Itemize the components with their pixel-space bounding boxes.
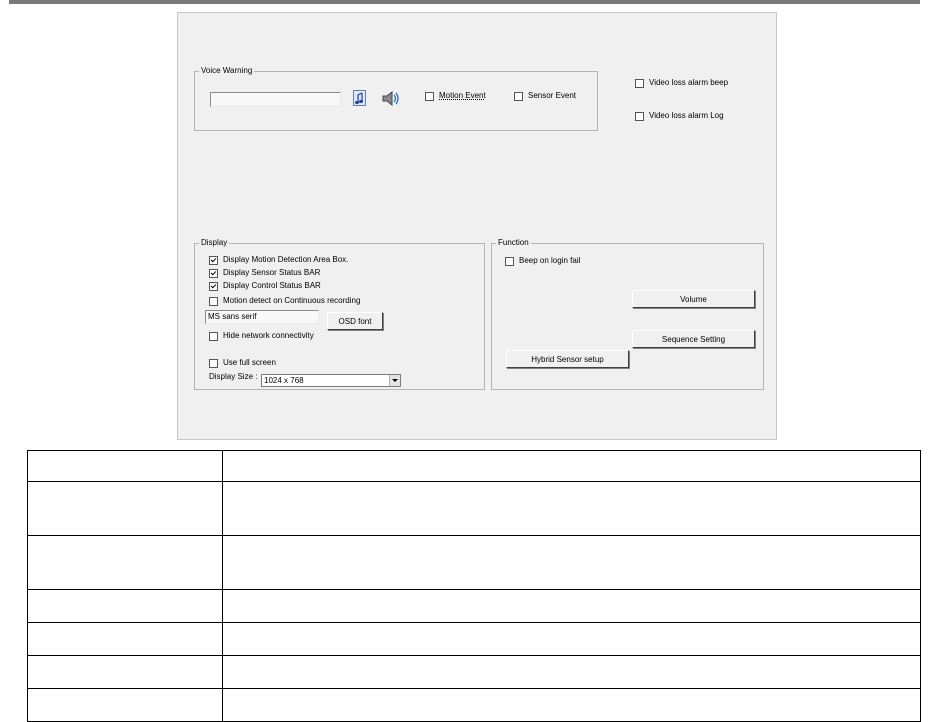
function-legend: Function — [496, 238, 531, 248]
table-row — [27, 481, 921, 536]
table-cell — [222, 535, 921, 590]
video-loss-log-checkbox[interactable]: Video loss alarm Log — [635, 111, 724, 121]
hybrid-sensor-button[interactable]: Hybrid Sensor setup — [506, 350, 629, 368]
beep-login-fail-checkbox[interactable]: Beep on login fail — [505, 256, 580, 266]
table-cell — [222, 481, 921, 536]
settings-dialog: Voice Warning Motion Event Sensor Event … — [177, 12, 777, 440]
video-loss-log-label: Video loss alarm Log — [649, 111, 724, 120]
video-loss-log-box[interactable] — [635, 111, 644, 121]
music-file-icon[interactable] — [353, 90, 367, 106]
table-cell — [27, 481, 223, 536]
display-motion-area-box[interactable] — [209, 255, 218, 265]
table-row — [27, 688, 921, 722]
table-row — [27, 450, 921, 482]
beep-login-fail-label: Beep on login fail — [519, 256, 581, 265]
display-control-bar-box[interactable] — [209, 281, 218, 291]
table-cell — [27, 688, 223, 722]
hide-network-checkbox[interactable]: Hide network connectivity — [209, 331, 314, 341]
motion-continuous-label: Motion detect on Continuous recording — [223, 296, 361, 305]
motion-continuous-box[interactable] — [209, 296, 218, 306]
use-full-screen-label: Use full screen — [223, 358, 276, 367]
table-cell — [27, 535, 223, 590]
table-row — [27, 622, 921, 656]
sensor-event-checkbox[interactable]: Sensor Event — [514, 91, 576, 101]
motion-continuous-checkbox[interactable]: Motion detect on Continuous recording — [209, 296, 360, 306]
display-size-value: 1024 x 768 — [264, 376, 304, 385]
display-sensor-bar-checkbox[interactable]: Display Sensor Status BAR — [209, 268, 320, 278]
motion-event-label: Motion Event — [439, 91, 486, 100]
display-size-select[interactable]: 1024 x 768 — [261, 374, 401, 387]
display-group: Display Display Motion Detection Area Bo… — [194, 238, 485, 390]
video-loss-beep-checkbox[interactable]: Video loss alarm beep — [635, 78, 728, 88]
osd-font-field[interactable]: MS sans serif — [205, 310, 319, 324]
page-top-rule — [9, 0, 920, 4]
display-sensor-bar-label: Display Sensor Status BAR — [223, 268, 321, 277]
motion-event-checkbox[interactable]: Motion Event — [425, 91, 486, 101]
table-cell — [27, 589, 223, 623]
table-cell — [222, 450, 921, 482]
motion-event-box[interactable] — [425, 91, 434, 101]
table-row — [27, 655, 921, 689]
table-cell — [222, 655, 921, 689]
volume-button[interactable]: Volume — [632, 290, 755, 308]
description-table — [27, 450, 921, 722]
table-cell — [27, 622, 223, 656]
table-row — [27, 535, 921, 590]
display-control-bar-checkbox[interactable]: Display Control Status BAR — [209, 281, 321, 291]
use-full-screen-checkbox[interactable]: Use full screen — [209, 358, 276, 368]
display-control-bar-label: Display Control Status BAR — [223, 281, 321, 290]
use-full-screen-box[interactable] — [209, 358, 218, 368]
display-motion-area-label: Display Motion Detection Area Box. — [223, 255, 349, 264]
table-row — [27, 589, 921, 623]
video-loss-beep-label: Video loss alarm beep — [649, 78, 729, 87]
speaker-icon[interactable] — [382, 91, 400, 106]
display-size-label: Display Size : — [209, 372, 258, 381]
display-sensor-bar-box[interactable] — [209, 268, 218, 278]
voice-warning-legend: Voice Warning — [199, 66, 255, 76]
table-cell — [27, 655, 223, 689]
voice-warning-group: Voice Warning Motion Event Sensor Event — [194, 66, 598, 131]
table-cell — [27, 450, 223, 482]
table-cell — [222, 622, 921, 656]
sensor-event-label: Sensor Event — [528, 91, 577, 100]
sequence-setting-button[interactable]: Sequence Setting — [632, 330, 755, 348]
video-loss-beep-box[interactable] — [635, 78, 644, 88]
display-motion-area-checkbox[interactable]: Display Motion Detection Area Box. — [209, 255, 348, 265]
chevron-down-icon[interactable] — [389, 375, 400, 386]
osd-font-button[interactable]: OSD font — [327, 312, 383, 330]
voice-file-field[interactable] — [210, 92, 341, 107]
function-group: Function Beep on login fail Volume Seque… — [491, 238, 764, 390]
display-legend: Display — [199, 238, 230, 248]
beep-login-fail-box[interactable] — [505, 256, 514, 266]
table-cell — [222, 589, 921, 623]
sensor-event-box[interactable] — [514, 91, 523, 101]
hide-network-box[interactable] — [209, 331, 218, 341]
table-cell — [222, 688, 921, 722]
hide-network-label: Hide network connectivity — [223, 331, 314, 340]
